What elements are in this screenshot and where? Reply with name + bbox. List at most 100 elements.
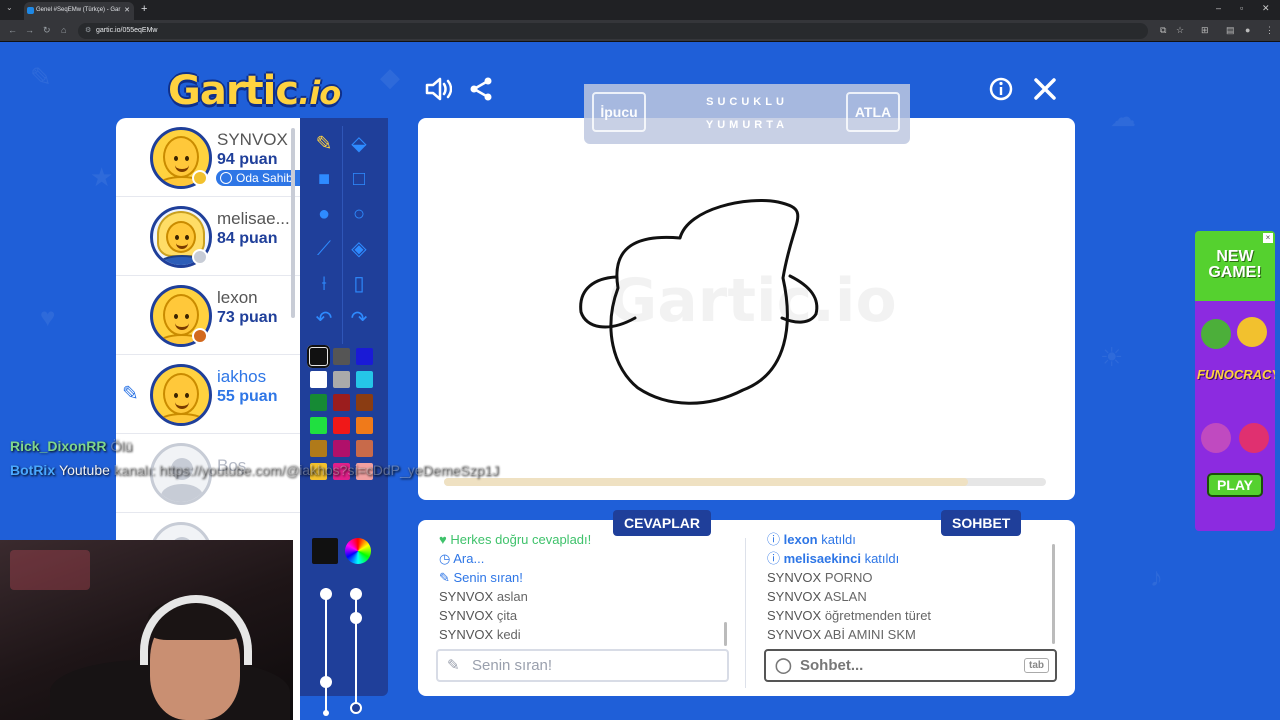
player-name: iakhos (217, 367, 267, 386)
back-icon[interactable]: ← (8, 25, 17, 35)
drawing-canvas[interactable]: Gartic.io (418, 118, 1075, 500)
browser-tab[interactable]: Genel #SeqEMw (Türkçe) - Gar ✕ (24, 2, 134, 20)
pencil-tool-icon[interactable]: ✎ (310, 130, 338, 158)
cast-icon[interactable]: ⧉ (1160, 25, 1166, 36)
size-slider-top-marker (320, 588, 332, 600)
profile-icon[interactable]: ● (1245, 25, 1250, 35)
size-slider[interactable] (325, 588, 327, 712)
eraser-tool-icon[interactable]: ⬙ (345, 130, 373, 158)
answers-scrollbar[interactable] (724, 622, 727, 646)
info-icon: ⓘ (767, 532, 784, 547)
forward-icon[interactable]: → (25, 25, 34, 35)
maximize-icon[interactable]: ▫ (1240, 3, 1243, 13)
stream-chat-line: Rick_DixonRR Ölü (10, 438, 133, 454)
ad-close-icon[interactable]: × (1263, 233, 1273, 243)
bookmark-star-icon[interactable]: ☆ (1176, 25, 1184, 36)
color-swatch[interactable] (310, 417, 327, 434)
filled-ellipse-tool-icon[interactable]: ● (310, 200, 338, 228)
opacity-slider-knob[interactable] (350, 612, 362, 624)
secret-word-line2: YUMURTA (705, 119, 789, 131)
color-swatch[interactable] (356, 371, 373, 388)
heart-icon: ♥ (439, 532, 451, 547)
size-slider-knob[interactable] (320, 676, 332, 688)
url-text: gartic.io/055eqEMw (96, 27, 158, 34)
rect-tool-icon[interactable]: □ (345, 165, 373, 193)
color-swatch[interactable] (333, 348, 350, 365)
bg-sun-icon: ☀ (1100, 342, 1124, 372)
extensions-icon[interactable]: ⊞ (1201, 25, 1209, 36)
smile-icon (220, 172, 232, 184)
answer-input[interactable]: ✎ Senin sıran! (436, 649, 729, 682)
address-bar: ← → ↻ ⌂ ⚙ gartic.io/055eqEMw ⧉ ☆ ⊞ ▤ ● ⋮ (0, 20, 1280, 42)
info-icon[interactable] (988, 76, 1014, 107)
menu-icon[interactable]: ⋮ (1265, 25, 1274, 36)
home-icon[interactable]: ⌂ (61, 25, 66, 35)
ellipse-tool-icon[interactable]: ○ (345, 200, 373, 228)
answer-system-message: ✎ Senin sıran! (439, 570, 523, 585)
filled-rect-tool-icon[interactable]: ■ (310, 165, 338, 193)
undo-icon[interactable]: ↶ (310, 305, 338, 333)
window-close-icon[interactable]: ✕ (1262, 3, 1270, 14)
color-swatch[interactable] (307, 345, 330, 368)
redo-icon[interactable]: ↷ (345, 305, 373, 333)
site-info-icon[interactable]: ⚙ (85, 26, 91, 34)
color-swatch[interactable] (356, 440, 373, 457)
chat-message: SYNVOX PORNO (767, 570, 873, 585)
ad-character-icon (1239, 423, 1269, 453)
ad-play-button[interactable]: PLAY (1207, 473, 1263, 497)
color-swatch[interactable] (356, 417, 373, 434)
player-row[interactable]: SYNVOX 94 puan Oda Sahibi (116, 118, 300, 197)
opacity-slider[interactable] (355, 588, 357, 712)
hint-button[interactable]: İpucu (592, 92, 646, 132)
new-tab-icon[interactable]: + (141, 3, 147, 15)
bg-note-icon: ♪ (1150, 562, 1163, 592)
answer-message: SYNVOX aslan (439, 589, 528, 604)
player-avatar (150, 364, 212, 426)
color-swatch[interactable] (356, 394, 373, 411)
exit-icon[interactable] (1032, 76, 1058, 107)
advertisement[interactable]: × NEW GAME! FUNOCRACY PLAY (1195, 231, 1275, 531)
status-dot (192, 249, 208, 265)
color-swatch[interactable] (310, 371, 327, 388)
reload-icon[interactable]: ↻ (43, 25, 51, 36)
tab-search-icon[interactable]: ⌄ (6, 3, 13, 12)
page-icon[interactable]: ▯ (345, 270, 373, 298)
minimize-icon[interactable]: – (1216, 3, 1221, 13)
share-icon[interactable] (468, 76, 494, 107)
ad-brand: FUNOCRACY (1197, 367, 1275, 382)
sidebar-icon[interactable]: ▤ (1226, 25, 1235, 36)
ad-character-icon (1237, 317, 1267, 347)
color-swatch[interactable] (356, 348, 373, 365)
line-tool-icon[interactable]: ⟋ (310, 235, 338, 263)
color-swatch[interactable] (333, 371, 350, 388)
bg-heart-icon: ♥ (40, 302, 56, 332)
fill-bucket-icon[interactable]: ◈ (345, 235, 373, 263)
clock-icon: ◷ (439, 551, 454, 566)
answer-system-message: ♥ Herkes doğru cevapladı! (439, 532, 592, 547)
player-list-scrollbar[interactable] (291, 128, 295, 318)
current-color[interactable] (312, 538, 338, 564)
player-row[interactable]: ✎ iakhos 55 puan (116, 355, 300, 434)
color-swatch[interactable] (333, 440, 350, 457)
answer-message: SYNVOX çita (439, 608, 518, 623)
chat-message: SYNVOX öğretmenden türet (767, 608, 932, 623)
ad-headline: NEW GAME! (1208, 248, 1262, 281)
color-wheel-icon[interactable] (345, 538, 371, 564)
sound-icon[interactable] (424, 76, 453, 107)
close-tab-icon[interactable]: ✕ (124, 6, 130, 14)
color-swatch[interactable] (310, 440, 327, 457)
player-row[interactable]: lexon 73 puan (116, 276, 300, 355)
round-timer-bar (444, 478, 1046, 486)
eyedropper-icon[interactable]: ⟊ (310, 270, 338, 298)
player-row[interactable]: melisae... 84 puan (116, 197, 300, 276)
player-name: lexon (217, 288, 258, 307)
url-field[interactable]: ⚙ gartic.io/055eqEMw (78, 23, 1148, 39)
favicon-icon (27, 7, 34, 14)
skip-button[interactable]: ATLA (846, 92, 900, 132)
color-swatch[interactable] (310, 394, 327, 411)
color-swatch[interactable] (333, 394, 350, 411)
answer-system-message: ◷ Ara... (439, 551, 485, 566)
chat-scrollbar[interactable] (1052, 544, 1055, 644)
color-swatch[interactable] (333, 417, 350, 434)
chat-input[interactable]: ◯ Sohbet... tab (764, 649, 1057, 682)
